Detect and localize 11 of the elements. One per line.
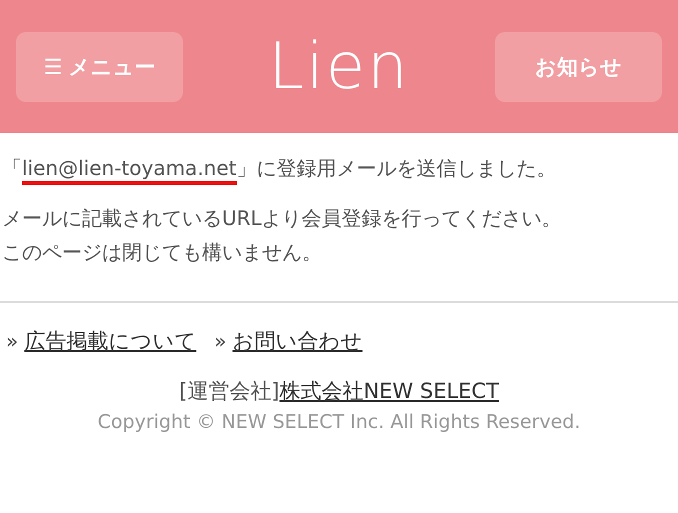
copyright-text: Copyright © NEW SELECT Inc. All Rights Reserved. bbox=[98, 411, 580, 433]
confirmation-message: 「lien@lien-toyama.net」に登録用メールを送信しました。 bbox=[2, 151, 678, 185]
footer-link[interactable]: 広告掲載について bbox=[24, 327, 196, 355]
operator-label: [運営会社] bbox=[179, 378, 280, 405]
chevron-marker: » bbox=[214, 329, 226, 353]
company-link[interactable]: 株式会社NEW SELECT bbox=[279, 377, 499, 405]
logo: Lien bbox=[268, 30, 410, 104]
footer-link[interactable]: お問い合わせ bbox=[232, 327, 362, 355]
instruction-text: メールに記載されているURLより会員登録を行ってください。 bbox=[2, 205, 563, 232]
chevron-marker: » bbox=[6, 329, 18, 353]
instruction-text: このページは閉じても構いません。 bbox=[2, 239, 323, 266]
